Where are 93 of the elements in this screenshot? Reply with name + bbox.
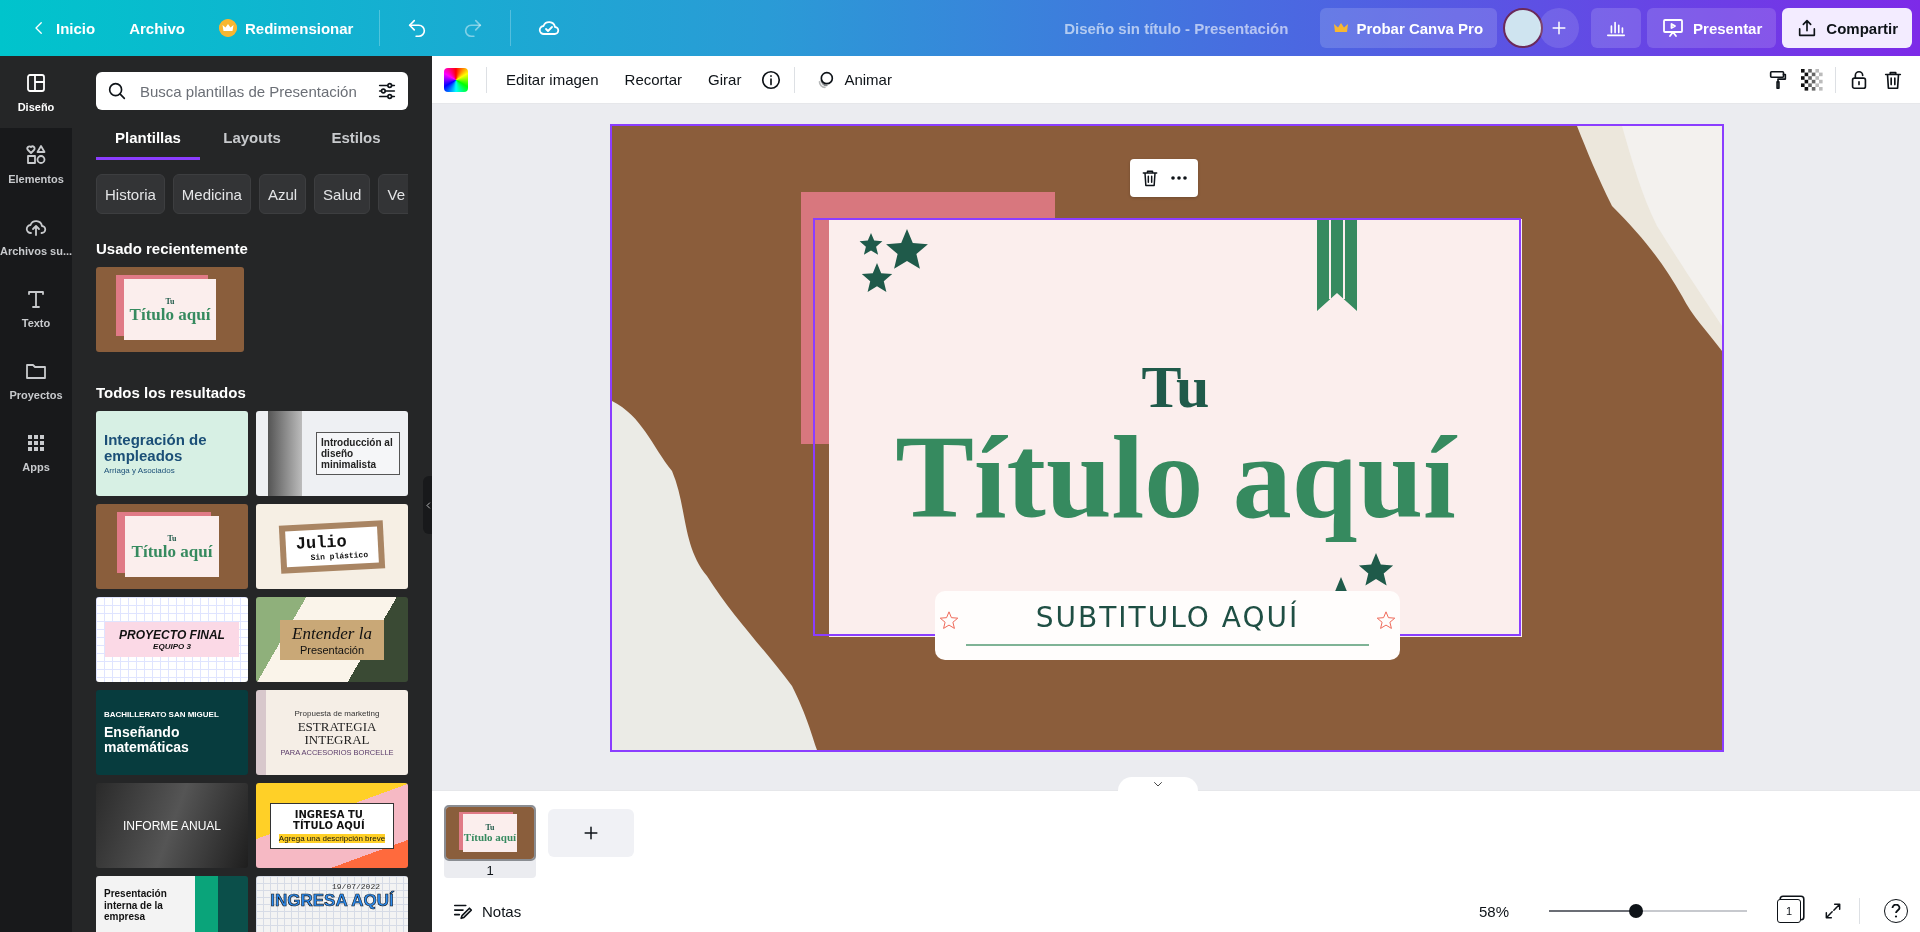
slide[interactable]: Tu Título aquí SUBTITULO AQUÍ (612, 126, 1722, 750)
section-heading: Todos los resultados (96, 384, 247, 401)
info-icon (760, 68, 783, 91)
template-thumbnail[interactable]: Julio Sin plástico (256, 504, 408, 589)
template-thumbnail[interactable]: 19/07/2022 INGRESA AQUÍ (256, 876, 408, 932)
page-count[interactable]: 1 (1777, 899, 1801, 923)
sidebar-item[interactable]: Texto (0, 272, 72, 344)
template-text: Presentación (298, 643, 366, 656)
template-text: Sin plástico (310, 549, 369, 562)
expand-arrows-icon (1823, 901, 1843, 921)
filter-chip[interactable]: Ve (378, 174, 408, 214)
checkerboard-icon (1801, 68, 1823, 91)
template-thumbnail[interactable]: Tu Título aquí (96, 504, 248, 589)
sidebar-item[interactable]: Apps (0, 416, 72, 488)
template-text: Entender la (292, 623, 372, 644)
zoom-slider[interactable] (1549, 904, 1747, 918)
template-text: Introducción al diseño minimalista (316, 432, 400, 475)
template-thumbnail[interactable]: Presentación interna de la empresa (96, 876, 248, 932)
toolbar-button[interactable]: Editar imagen (495, 65, 610, 94)
template-text: INFORME ANUAL (123, 818, 221, 833)
panel-tab[interactable]: Plantillas (96, 118, 200, 160)
trash-icon (1140, 168, 1160, 188)
crown-icon (219, 19, 238, 37)
slide-kicker-text[interactable]: Tu (829, 357, 1522, 417)
page-number: 1 (486, 863, 494, 878)
template-thumbnail[interactable]: PROYECTO FINAL EQUIPO 3 (96, 597, 248, 682)
search-bar[interactable]: Busca plantillas de Presentación (96, 72, 408, 110)
notes-button[interactable]: Notas (446, 899, 528, 923)
template-text: Presentación interna de la empresa (104, 888, 168, 923)
template-text: Integración de empleados (104, 432, 208, 464)
template-text: ESTRATEGIA INTEGRAL (296, 719, 378, 746)
chevron-left-icon (423, 500, 432, 510)
template-text: EQUIPO 3 (152, 642, 192, 651)
panel-tab[interactable]: Estilos (304, 118, 408, 160)
user-avatar[interactable] (1503, 8, 1544, 48)
starburst-icon (1376, 611, 1396, 631)
animate-button[interactable]: Animar (803, 62, 903, 97)
color-picker-icon[interactable] (444, 67, 468, 92)
add-collaborator-button[interactable] (1539, 8, 1580, 48)
insights-button[interactable] (1591, 8, 1642, 48)
template-title: Título aquí (129, 305, 211, 323)
search-input[interactable]: Busca plantillas de Presentación (138, 81, 366, 101)
crown-icon (1334, 22, 1349, 34)
shapes-icon (24, 143, 48, 167)
template-text: INGRESA AQUÍ (270, 891, 394, 911)
question-mark-icon (1890, 904, 1902, 918)
template-title: Título aquí (131, 542, 213, 560)
starburst-icon (939, 611, 959, 631)
sidebar-item[interactable]: Diseño (0, 56, 72, 128)
slide-subtitle-text[interactable]: SUBTITULO AQUÍ (965, 601, 1370, 646)
template-text: Agrega una descripción breve (278, 833, 386, 843)
share-button[interactable]: Compartir (1782, 8, 1912, 48)
template-title: Título aquí (463, 831, 517, 843)
filter-chip[interactable]: Medicina (172, 174, 251, 214)
paint-roller-icon (1767, 68, 1789, 91)
panel-tab[interactable]: Layouts (200, 118, 304, 160)
zoom-percentage[interactable]: 58% (1479, 902, 1529, 920)
toolbar-button[interactable]: Recortar (613, 65, 694, 94)
sidebar-item[interactable]: Archivos su... (0, 200, 72, 272)
template-thumbnail[interactable]: Entender la Presentación (256, 597, 408, 682)
filter-chip[interactable]: Salud (314, 174, 371, 214)
try-pro-button[interactable]: Probar Canva Pro (1320, 8, 1498, 48)
template-kicker: Tu (167, 533, 177, 543)
template-text: Propuesta de marketing (294, 708, 380, 718)
search-icon (106, 80, 128, 102)
template-kicker: Tu (165, 296, 175, 306)
filter-chip[interactable]: Historia (96, 174, 165, 214)
template-text: BACHILLERATO SAN MIGUEL (104, 709, 220, 719)
slider-thumb[interactable] (1629, 904, 1644, 918)
page-thumbnail[interactable]: Tu Título aquí 1 (444, 805, 536, 878)
presentation-icon (1661, 16, 1686, 40)
template-thumbnail[interactable]: Introducción al diseño minimalista (256, 411, 408, 496)
present-button[interactable]: Presentar (1647, 8, 1777, 48)
ribbon-bookmark-icon (1317, 219, 1357, 311)
filter-sliders-icon (376, 80, 398, 102)
template-kicker: Tu (485, 823, 495, 832)
template-thumbnail[interactable]: Integración de empleados Arriaga y Asociados (96, 411, 248, 496)
template-thumbnail[interactable]: INGRESA TU TÍTULO AQUÍ Agrega una descripción breve (256, 783, 408, 868)
template-text: INGRESA TU TÍTULO AQUÍ (292, 808, 366, 831)
template-thumbnail[interactable]: INFORME ANUAL (96, 783, 248, 868)
template-thumbnail[interactable]: Tu Título aquí (96, 267, 244, 352)
more-dots-icon (1170, 176, 1188, 180)
layout-icon (24, 71, 48, 95)
template-text: 19/07/2022 (332, 882, 380, 891)
toolbar-button[interactable]: Girar (697, 65, 753, 94)
section-heading: Usado recientemente (96, 240, 249, 257)
template-text: PROYECTO FINAL (119, 628, 225, 642)
filter-chip[interactable]: Azul (258, 174, 307, 214)
sidebar-item[interactable]: Elementos (0, 128, 72, 200)
template-text: Enseñando matemáticas (104, 724, 190, 756)
sidebar-item[interactable]: Proyectos (0, 344, 72, 416)
template-thumbnail[interactable]: BACHILLERATO SAN MIGUEL Enseñando matemáticas (96, 690, 248, 775)
template-text: Arriaga y Asociados (104, 465, 176, 475)
